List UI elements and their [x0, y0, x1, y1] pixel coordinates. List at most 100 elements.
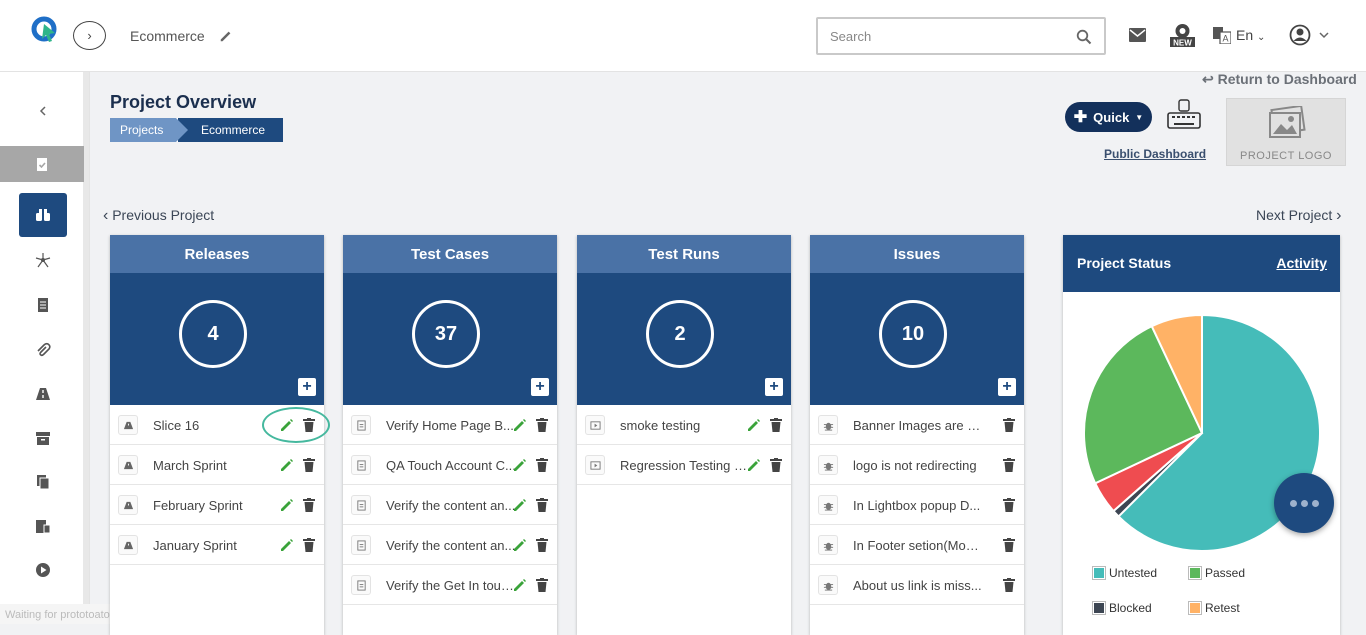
list-item[interactable]: Verify Home Page B...	[343, 405, 557, 445]
trash-icon[interactable]	[1003, 418, 1015, 432]
add-release-button[interactable]: +	[298, 378, 316, 396]
list-item[interactable]: In Footer setion(Mob...	[810, 525, 1024, 565]
list-item[interactable]: In Lightbox popup D...	[810, 485, 1024, 525]
chat-widget-button[interactable]	[1274, 473, 1334, 533]
app-logo-icon[interactable]	[31, 16, 59, 44]
list-item[interactable]: logo is not redirecting	[810, 445, 1024, 485]
edit-icon[interactable]	[747, 418, 761, 432]
next-project-link[interactable]: Next Project ›	[1256, 207, 1341, 225]
list-item[interactable]: About us link is miss...	[810, 565, 1024, 605]
legend-item-retest[interactable]: Retest	[1188, 601, 1240, 615]
list-item-label[interactable]: Verify the content an...	[386, 538, 516, 553]
list-item[interactable]: Banner Images are n...	[810, 405, 1024, 445]
language-selector[interactable]: En ⌄	[1236, 27, 1265, 43]
quick-add-button[interactable]: ✚ Quick ▼	[1065, 102, 1152, 132]
sidebar-item-modules[interactable]	[19, 239, 67, 281]
keyboard-shortcuts-icon[interactable]	[1166, 99, 1202, 131]
trash-icon[interactable]	[536, 538, 548, 552]
trash-icon[interactable]	[536, 578, 548, 592]
trash-icon[interactable]	[1003, 458, 1015, 472]
trash-icon[interactable]	[536, 418, 548, 432]
mail-icon[interactable]	[1129, 28, 1146, 42]
trash-icon[interactable]	[770, 418, 782, 432]
user-avatar-menu[interactable]	[1289, 24, 1329, 46]
list-item-label[interactable]: In Lightbox popup D...	[853, 498, 983, 513]
list-item[interactable]: February Sprint	[110, 485, 324, 525]
legend-item-blocked[interactable]: Blocked	[1092, 601, 1152, 615]
edit-icon[interactable]	[747, 458, 761, 472]
test-cases-count[interactable]: 37	[412, 300, 480, 368]
trash-icon[interactable]	[1003, 538, 1015, 552]
list-item[interactable]: smoke testing	[577, 405, 791, 445]
list-item-label[interactable]: January Sprint	[153, 538, 283, 553]
legend-item-untested[interactable]: Untested	[1092, 566, 1157, 580]
translate-icon[interactable]: A	[1213, 27, 1231, 44]
edit-icon[interactable]	[280, 458, 294, 472]
sidebar-item-archive[interactable]	[19, 417, 67, 459]
sidebar-item-attachments[interactable]	[19, 329, 67, 371]
list-item-label[interactable]: March Sprint	[153, 458, 283, 473]
edit-icon[interactable]	[280, 498, 294, 512]
sidebar-item-copies[interactable]	[19, 461, 67, 503]
list-item-label[interactable]: Verify Home Page B...	[386, 418, 516, 433]
sidebar-item-test-cases[interactable]	[19, 284, 67, 326]
list-item-label[interactable]: About us link is miss...	[853, 578, 983, 593]
list-item-label[interactable]: Verify the Get In touc...	[386, 578, 516, 593]
edit-icon[interactable]	[513, 458, 527, 472]
list-item-label[interactable]: Verify the content an...	[386, 498, 516, 513]
search-input[interactable]	[830, 29, 1060, 44]
edit-icon[interactable]	[513, 498, 527, 512]
sidebar-collapse-button[interactable]	[19, 90, 67, 132]
sidebar-item-tasks[interactable]	[0, 146, 84, 182]
list-item[interactable]: Regression Testing - ...	[577, 445, 791, 485]
list-item-label[interactable]: smoke testing	[620, 418, 750, 433]
list-item[interactable]: March Sprint	[110, 445, 324, 485]
add-test-run-button[interactable]: +	[765, 378, 783, 396]
list-item-label[interactable]: In Footer setion(Mob...	[853, 538, 983, 553]
trash-icon[interactable]	[303, 498, 315, 512]
breadcrumb-projects[interactable]: Projects	[110, 118, 188, 142]
test-runs-count[interactable]: 2	[646, 300, 714, 368]
edit-icon[interactable]	[513, 578, 527, 592]
list-item[interactable]: January Sprint	[110, 525, 324, 565]
trash-icon[interactable]	[770, 458, 782, 472]
list-item-label[interactable]: February Sprint	[153, 498, 283, 513]
expand-sidebar-button[interactable]: ›	[73, 21, 106, 50]
public-dashboard-link[interactable]: Public Dashboard	[1104, 147, 1206, 161]
trash-icon[interactable]	[536, 458, 548, 472]
trash-icon[interactable]	[303, 538, 315, 552]
list-item-label[interactable]: Regression Testing - ...	[620, 458, 750, 473]
search-icon[interactable]	[1076, 29, 1092, 45]
edit-icon[interactable]	[513, 538, 527, 552]
add-test-case-button[interactable]: +	[531, 378, 549, 396]
list-item[interactable]: Verify the content an...	[343, 485, 557, 525]
edit-icon[interactable]	[280, 538, 294, 552]
legend-item-passed[interactable]: Passed	[1188, 566, 1245, 580]
activity-link[interactable]: Activity	[1276, 255, 1327, 271]
edit-project-name-icon[interactable]	[219, 29, 233, 43]
issues-count[interactable]: 10	[879, 300, 947, 368]
edit-icon[interactable]	[513, 418, 527, 432]
previous-project-link[interactable]: ‹ Previous Project	[103, 207, 214, 225]
whats-new-icon[interactable]: NEW	[1169, 22, 1196, 48]
releases-count[interactable]: 4	[179, 300, 247, 368]
trash-icon[interactable]	[1003, 578, 1015, 592]
sidebar-item-reports[interactable]	[19, 505, 67, 547]
list-item[interactable]: Verify the Get In touc...	[343, 565, 557, 605]
project-logo-placeholder[interactable]: PROJECT LOGO	[1226, 98, 1346, 166]
list-item-label[interactable]: logo is not redirecting	[853, 458, 983, 473]
trash-icon[interactable]	[536, 498, 548, 512]
sidebar-item-releases[interactable]	[19, 373, 67, 415]
return-to-dashboard-link[interactable]: ↩ Return to Dashboard	[1202, 71, 1357, 88]
trash-icon[interactable]	[303, 458, 315, 472]
list-item-label[interactable]: Banner Images are n...	[853, 418, 983, 433]
list-item[interactable]: QA Touch Account C...	[343, 445, 557, 485]
sidebar-item-test-runs[interactable]	[19, 549, 67, 591]
list-item-label[interactable]: QA Touch Account C...	[386, 458, 516, 473]
sidebar-item-overview[interactable]	[19, 193, 67, 237]
bug-icon	[818, 575, 838, 595]
add-issue-button[interactable]: +	[998, 378, 1016, 396]
trash-icon[interactable]	[1003, 498, 1015, 512]
list-item[interactable]: Verify the content an...	[343, 525, 557, 565]
new-badge-text: NEW	[1173, 39, 1192, 48]
